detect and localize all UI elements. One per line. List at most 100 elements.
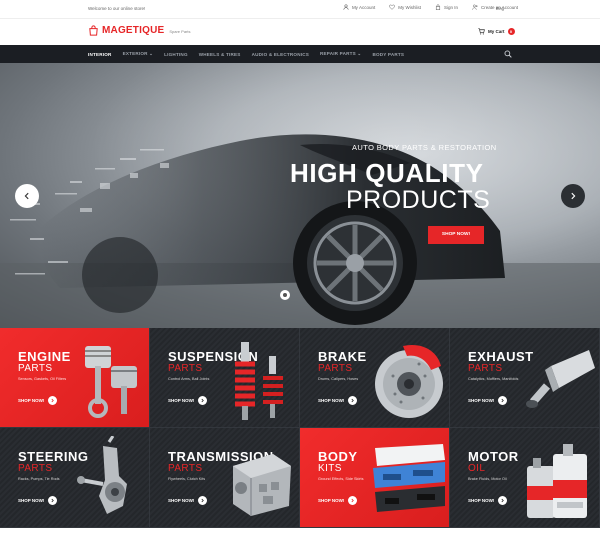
category-subtitle: PARTS [18,363,53,374]
arrow-right-icon [48,396,58,405]
top-bar: Welcome to our online store! My Account … [0,0,600,18]
search-icon[interactable] [504,50,512,58]
slider-next-button[interactable] [561,184,585,208]
logo[interactable]: MAGETIQUE Spare Parts [88,25,190,36]
my-wishlist-link[interactable]: My Wishlist [389,4,421,10]
shop-now-label: SHOP NOW! [318,398,345,403]
shop-now-link[interactable]: SHOP NOW! [318,496,358,505]
main-nav: INTERIOR EXTERIOR ⌄ LIGHTING WHEELS & TI… [0,45,600,63]
category-description: Flywheels, Clutch Kits [168,477,206,481]
shop-now-link[interactable]: SHOP NOW! [468,396,508,405]
shop-now-label: SHOP NOW! [168,398,195,403]
slider-prev-button[interactable] [15,184,39,208]
arrow-right-icon [348,496,358,505]
hero-shop-now-button[interactable]: SHOP NOW! [428,226,484,244]
shop-now-label: SHOP NOW! [168,498,195,503]
shop-now-link[interactable]: SHOP NOW! [468,496,508,505]
category-subtitle: PARTS [18,463,53,474]
category-title: BODY [318,449,358,464]
category-tile-steering[interactable]: STEERING PARTS Racks, Pumps, Tie Rods SH… [0,428,150,528]
chevron-left-icon [24,192,29,200]
create-account-link[interactable]: Create an Account [472,4,518,10]
category-tile-body[interactable]: BODY KITS Ground Effects, Side Skirts SH… [300,428,450,528]
nav-item-lighting[interactable]: LIGHTING [164,52,188,57]
piston-icon [85,346,137,418]
category-description: Control Arms, Ball Joints [168,377,210,381]
welcome-text: Welcome to our online store! [88,6,146,11]
nav-item-body-parts[interactable]: BODY PARTS [372,52,404,57]
category-tile-transmission[interactable]: TRANSMISSION PARTS Flywheels, Clutch Kit… [150,428,300,528]
category-subtitle: PARTS [318,363,353,374]
nav-items: INTERIOR EXTERIOR ⌄ LIGHTING WHEELS & TI… [88,45,404,63]
category-tile-suspension[interactable]: SUSPENSION PARTS Control Arms, Ball Join… [150,328,300,428]
car-image [0,63,600,328]
oil-bottle-icon [527,444,587,518]
arrow-right-icon [498,396,508,405]
shop-now-link[interactable]: SHOP NOW! [318,396,358,405]
shop-now-label: SHOP NOW! [18,398,45,403]
logo-name: MAGETIQUE [102,25,165,36]
category-subtitle: OIL [468,463,486,474]
cart-label: My Cart [488,29,505,34]
category-description: Sensors, Gaskets, Oil Filters [18,377,67,381]
nav-item-repair-parts[interactable]: REPAIR PARTS ⌄ [320,51,361,57]
cart-count-badge: 0 [507,28,515,35]
category-title: ENGINE [18,349,71,364]
cart-button[interactable]: My Cart 0 [478,28,515,35]
arrow-right-icon [348,396,358,405]
category-description: Ground Effects, Side Skirts [318,477,364,481]
category-grid: ENGINE PARTS Sensors, Gaskets, Oil Filte… [0,328,600,528]
steering-knuckle-icon [77,436,127,514]
gearbox-icon [233,454,291,516]
my-account-link[interactable]: My Account [343,4,375,10]
shop-now-link[interactable]: SHOP NOW! [168,396,208,405]
category-description: Catalytics, Mufflers, Manifolds [468,377,519,381]
hero-headline-bold: HIGH QUALITY [290,158,484,188]
hero-slider: AUTO BODY PARTS & RESTORATION HIGH QUALI… [0,63,600,328]
arrow-right-icon [198,396,208,405]
brake-disc-icon [375,344,443,418]
arrow-right-icon [48,496,58,505]
bumper-icon [373,444,445,512]
logo-tagline: Spare Parts [169,29,191,34]
category-tile-engine[interactable]: ENGINE PARTS Sensors, Gaskets, Oil Filte… [0,328,150,428]
sign-in-label: Sign In [443,4,458,10]
arrow-right-icon [498,496,508,505]
nav-item-interior[interactable]: INTERIOR [88,52,112,57]
category-title: MOTOR [468,449,519,464]
nav-item-exterior[interactable]: EXTERIOR ⌄ [123,51,154,57]
sign-in-link[interactable]: Sign In [435,4,458,10]
nav-item-wheels-tires[interactable]: WHEELS & TIRES [199,52,241,57]
shop-now-label: SHOP NOW! [468,498,495,503]
nav-item-audio-electronics[interactable]: AUDIO & ELECTRONICS [252,52,309,57]
cart-icon [478,28,485,35]
lock-icon [435,4,440,10]
user-icon [343,4,349,10]
page-footer-gap [0,528,600,551]
category-title: BRAKE [318,349,367,364]
shop-now-link[interactable]: SHOP NOW! [18,396,58,405]
chevron-right-icon [571,192,576,200]
shop-now-label: SHOP NOW! [468,398,495,403]
account-links: My Account My Wishlist Sign In Create an… [343,4,518,10]
user-add-icon [472,4,478,10]
slider-dot[interactable] [280,290,290,300]
category-subtitle: KITS [318,463,342,474]
category-tile-motor[interactable]: MOTOR OIL Brake Fluids, Motor Oil SHOP N… [450,428,600,528]
my-wishlist-label: My Wishlist [398,4,421,10]
shop-now-link[interactable]: SHOP NOW! [168,496,208,505]
category-subtitle: PARTS [168,463,203,474]
hero-headline-light: PRODUCTS [346,186,491,214]
arrow-right-icon [198,496,208,505]
category-tile-exhaust[interactable]: EXHAUST PARTS Catalytics, Mufflers, Mani… [450,328,600,428]
hero-kicker: AUTO BODY PARTS & RESTORATION [352,143,497,152]
category-description: Drums, Calipers, Hoses [318,377,359,381]
category-tile-brake[interactable]: BRAKE PARTS Drums, Calipers, Hoses SHOP … [300,328,450,428]
heart-icon [389,4,396,10]
shop-now-link[interactable]: SHOP NOW! [18,496,58,505]
category-description: Racks, Pumps, Tie Rods [18,477,60,481]
language-selector[interactable]: Eng [496,6,504,11]
shop-now-label: SHOP NOW! [18,498,45,503]
category-subtitle: PARTS [468,363,503,374]
shock-absorber-icon [235,342,283,420]
